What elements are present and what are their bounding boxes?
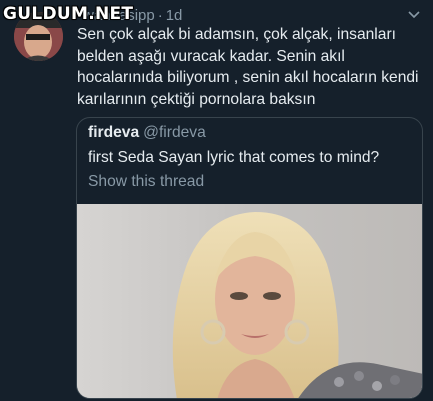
portrait-photo [77, 204, 422, 398]
tweet-text: Sen çok alçak bi adamsın, çok alçak, ins… [77, 26, 419, 108]
watermark-logo: GULDUM.NET [3, 4, 134, 24]
chevron-down-icon[interactable] [408, 10, 420, 22]
quoted-tweet-text: first Seda Sayan lyric that comes to min… [88, 149, 380, 166]
tweet-timestamp[interactable]: 1d [166, 7, 183, 24]
header-separator: · [157, 7, 163, 24]
quoted-tweet-card[interactable]: firdeva @firdeva first Seda Sayan lyric t… [76, 117, 423, 399]
quoted-author-name[interactable]: firdeva [88, 124, 139, 141]
quoted-tweet-image[interactable] [77, 204, 422, 398]
quoted-tweet-header: firdeva @firdeva [88, 124, 206, 142]
show-thread-link[interactable]: Show this thread [88, 173, 204, 191]
quoted-author-handle[interactable]: @firdeva [143, 124, 206, 141]
